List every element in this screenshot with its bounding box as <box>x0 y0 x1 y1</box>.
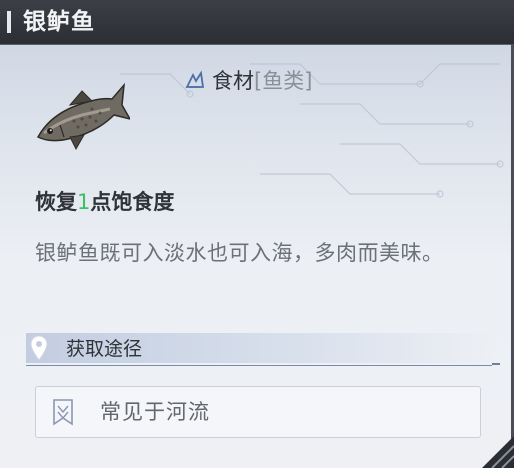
effect-line: 恢复1点饱食度 <box>35 188 174 216</box>
category-sub: [鱼类] <box>254 69 313 93</box>
title-accent-bar <box>7 11 11 33</box>
item-description: 银鲈鱼既可入淡水也可入海，多肉而美味。 <box>35 241 444 265</box>
item-tooltip-panel: 银鲈鱼 食材 [鱼类] 恢复1点饱食度 银鲈鱼既可入淡水也可入海，多肉而美味。 … <box>0 0 514 468</box>
fish-image <box>36 82 130 151</box>
location-pin-icon <box>30 335 48 361</box>
source-section-header: 获取途径 <box>26 333 500 367</box>
title-bar: 银鲈鱼 <box>0 0 514 45</box>
corner-decoration <box>482 436 514 468</box>
river-icon <box>53 399 73 426</box>
source-header-label: 获取途径 <box>66 338 143 360</box>
source-item-label: 常见于河流 <box>100 400 210 424</box>
category-main: 食材 <box>212 69 254 93</box>
category-row: 食材 [鱼类] <box>184 64 312 96</box>
source-divider-tick <box>492 363 500 365</box>
effect-prefix: 恢复 <box>35 190 77 214</box>
item-name: 银鲈鱼 <box>23 9 95 35</box>
ingredient-category-icon <box>185 70 205 88</box>
source-item[interactable]: 常见于河流 <box>35 386 481 438</box>
effect-suffix: 点饱食度 <box>90 190 175 214</box>
effect-amount: 1 <box>77 190 91 214</box>
source-divider <box>26 365 492 366</box>
